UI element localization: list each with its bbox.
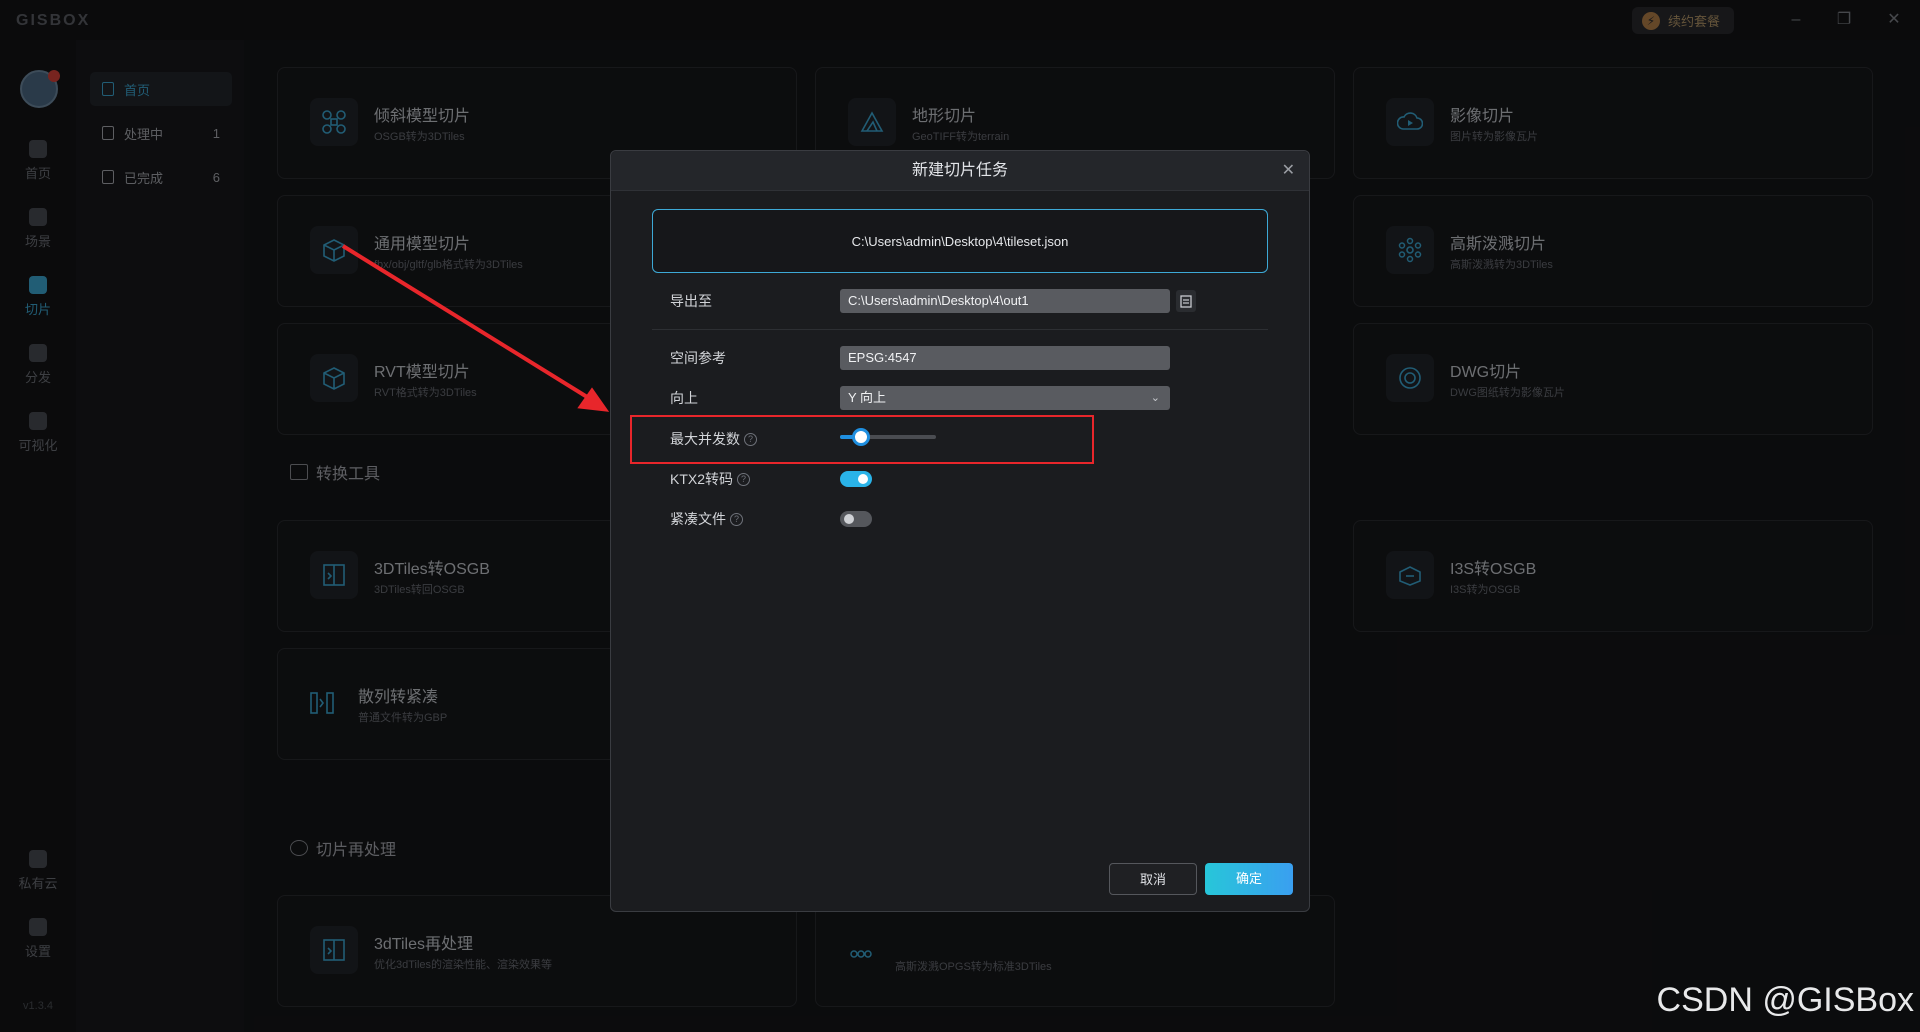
annotation-arrow [341, 244, 610, 412]
app-window: GISBOX ⚡ 续约套餐 – ❐ ✕ 首页 场景 切片 分发 可视化 私有云 … [0, 0, 1920, 1032]
watermark: CSDN @GISBox [1656, 981, 1914, 1019]
